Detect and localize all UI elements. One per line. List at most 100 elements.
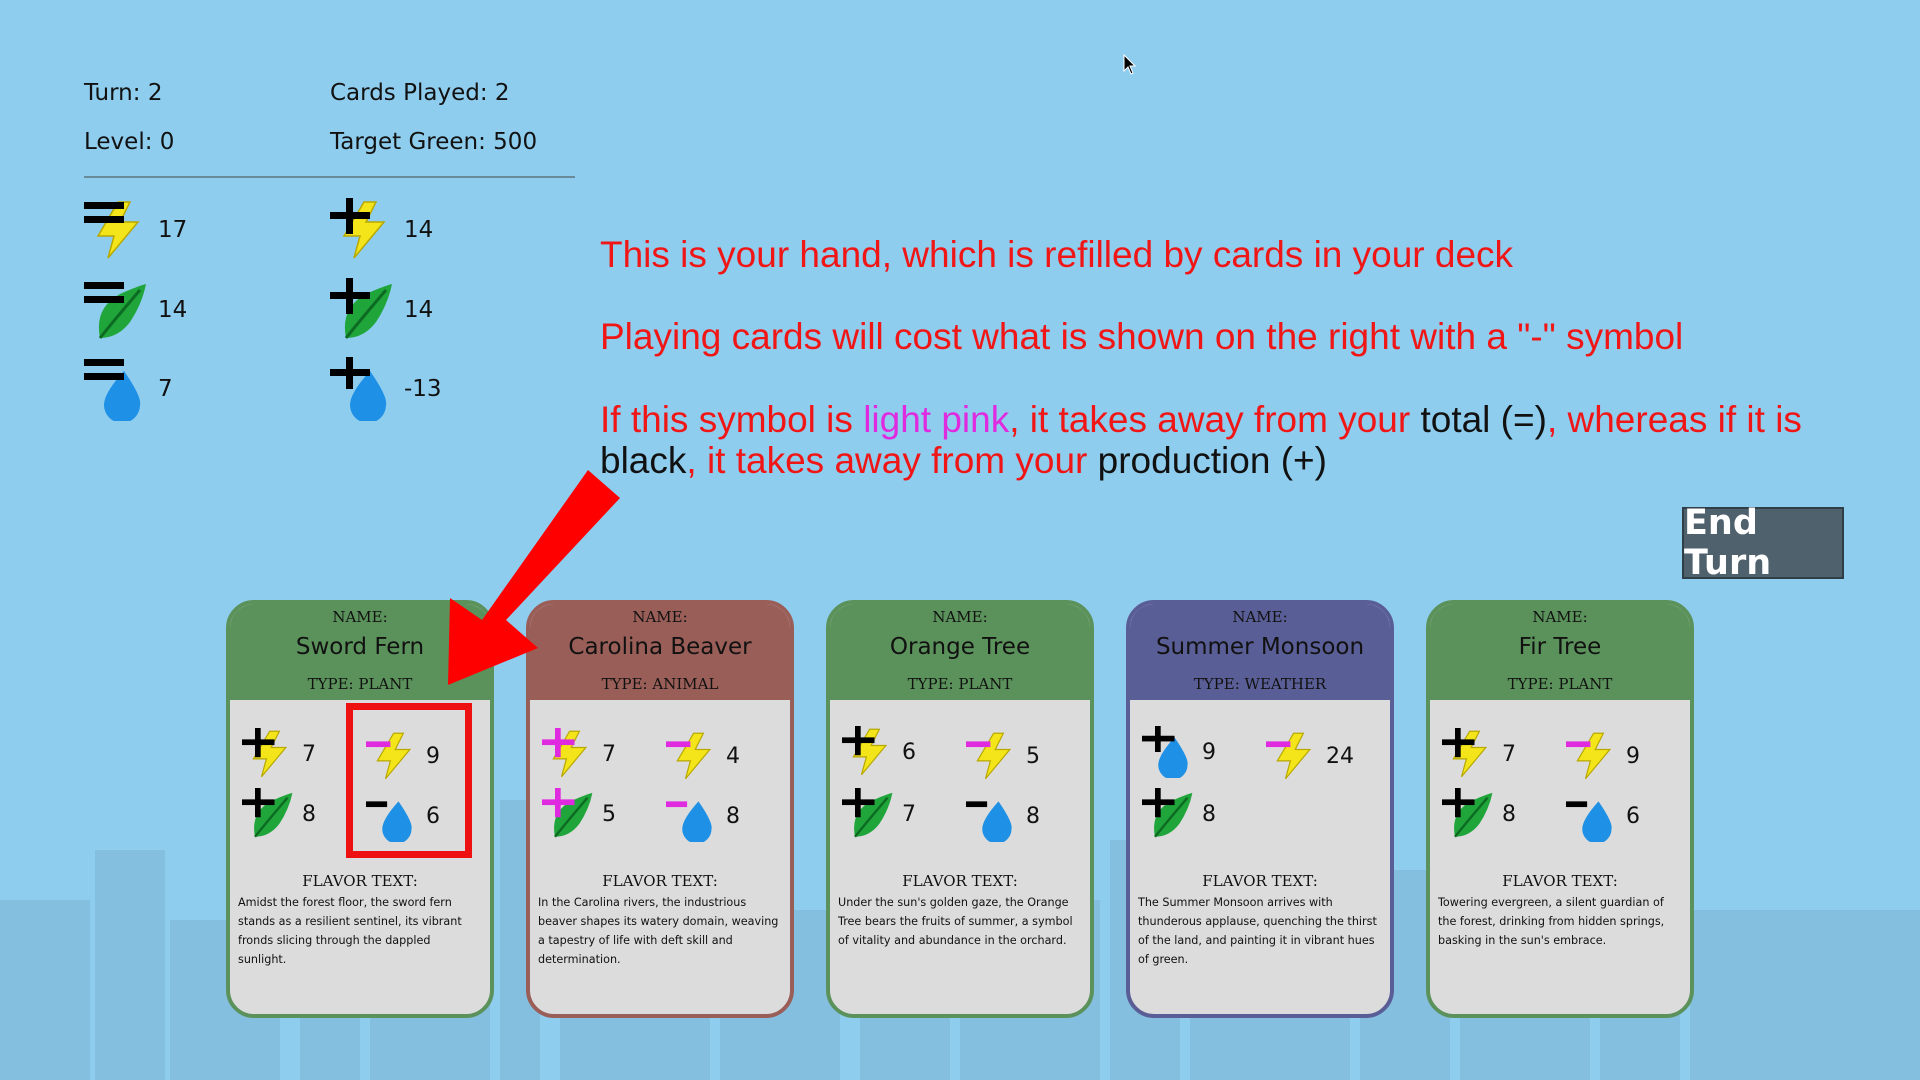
card-cost-water-value: 6: [1626, 803, 1640, 829]
production-water-value: -13: [404, 376, 442, 402]
tutorial-symbol-text: If this symbol is light pink, it takes a…: [600, 399, 1802, 481]
card-name: Fir Tree: [1518, 634, 1602, 660]
card-name-label: NAME:: [1232, 608, 1288, 626]
production-water-icon: [330, 357, 387, 421]
flavor-text: Amidst the forest floor, the sword fern …: [238, 896, 462, 966]
target-green-counter: Target Green: 500: [330, 129, 538, 155]
card-gain-leaf: 7: [842, 788, 916, 840]
production-energy: 14: [330, 198, 433, 262]
total-energy-value: 17: [158, 217, 188, 243]
card-cost-water-value: 8: [726, 803, 740, 829]
card-cost-energy-value: 9: [1626, 743, 1640, 769]
production-energy-icon: [330, 198, 386, 259]
card-cost-energy: 9: [1566, 730, 1640, 782]
card-gain-water-value: 9: [1202, 739, 1216, 765]
minus-water-icon: [1566, 801, 1612, 842]
card-name-label: NAME:: [1532, 608, 1588, 626]
card-type: TYPE: ANIMAL: [601, 675, 719, 693]
plus-leaf-icon: [842, 788, 893, 838]
card-gain-energy: 7: [542, 728, 616, 780]
production-leaf-icon: [330, 278, 392, 339]
flavor-text-label: FLAVOR TEXT:: [302, 872, 418, 890]
flavor-text-label: FLAVOR TEXT:: [1502, 872, 1618, 890]
plus-leaf-icon: [242, 788, 293, 838]
card-cost-energy: 24: [1266, 730, 1354, 782]
plus-energy-icon: [842, 726, 888, 776]
plus-water-icon: [1142, 726, 1188, 778]
stats-divider: [84, 176, 575, 178]
pink-minus-energy-icon: [1266, 732, 1312, 780]
card-gain-energy: 7: [242, 728, 316, 780]
card-name-label: NAME:: [632, 608, 688, 626]
card-gain-leaf-value: 8: [302, 801, 316, 827]
card-cost-energy-value: 24: [1326, 743, 1354, 769]
card-gain-leaf-value: 7: [902, 801, 916, 827]
total-energy-icon: [84, 201, 140, 259]
production-water: -13: [330, 357, 442, 421]
card-carolina-beaver[interactable]: NAME: Carolina Beaver TYPE: ANIMAL 7 5 4…: [526, 600, 794, 1018]
card-name: Summer Monsoon: [1155, 634, 1365, 660]
mouse-cursor-icon: [1123, 54, 1137, 75]
minus-water-icon: [966, 801, 1012, 842]
card-gain-energy: 6: [842, 726, 916, 778]
plus-leaf-icon: [1142, 788, 1193, 838]
pink-plus-leaf-icon: [542, 788, 593, 838]
card-name-label: NAME:: [332, 608, 388, 626]
card-cost-water: 6: [1566, 790, 1640, 842]
total-water-value: 7: [158, 376, 173, 402]
plus-energy-icon: [1442, 728, 1488, 778]
tutorial-cost-text: Playing cards will cost what is shown on…: [600, 316, 1684, 357]
production-leaf: 14: [330, 278, 433, 342]
turn-counter: Turn: 2: [84, 80, 163, 106]
card-cost-energy: 5: [966, 730, 1040, 782]
card-gain-water: 9: [1142, 726, 1216, 778]
flavor-text: The Summer Monsoon arrives with thundero…: [1138, 896, 1377, 966]
total-water-icon: [84, 359, 141, 421]
cost-highlight-box: [346, 703, 472, 858]
tutorial-hand-text: This is your hand, which is refilled by …: [600, 234, 1514, 275]
card-name: Sword Fern: [295, 634, 425, 660]
card-name-label: NAME:: [932, 608, 988, 626]
flavor-text-label: FLAVOR TEXT:: [602, 872, 718, 890]
card-cost-water-value: 8: [1026, 803, 1040, 829]
card-gain-leaf-value: 5: [602, 801, 616, 827]
card-type: TYPE: PLANT: [907, 675, 1013, 693]
card-fir-tree[interactable]: NAME: Fir Tree TYPE: PLANT 7 8 9 6 FLAVO…: [1426, 600, 1694, 1018]
card-gain-leaf: 8: [1142, 788, 1216, 840]
total-water: 7: [84, 357, 173, 421]
total-energy: 17: [84, 198, 187, 262]
card-gain-energy-value: 7: [602, 741, 616, 767]
pink-minus-water-icon: [666, 801, 712, 842]
card-summer-monsoon[interactable]: NAME: Summer Monsoon TYPE: WEATHER 9 8 2…: [1126, 600, 1394, 1018]
pink-plus-energy-icon: [542, 728, 588, 778]
card-name: Carolina Beaver: [568, 634, 752, 660]
pink-minus-energy-icon: [666, 732, 712, 780]
card-cost-energy-value: 4: [726, 743, 740, 769]
card-cost-water: 8: [966, 790, 1040, 842]
pink-minus-energy-icon: [1566, 732, 1612, 780]
card-gain-energy-value: 6: [902, 739, 916, 765]
card-type: TYPE: PLANT: [1507, 675, 1613, 693]
end-turn-button[interactable]: End Turn: [1682, 503, 1844, 583]
card-name: Orange Tree: [889, 634, 1031, 660]
card-gain-leaf: 8: [242, 788, 316, 840]
flavor-text-label: FLAVOR TEXT:: [902, 872, 1018, 890]
cards-played-counter: Cards Played: 2: [330, 80, 510, 106]
flavor-text-label: FLAVOR TEXT:: [1202, 872, 1318, 890]
card-gain-leaf-value: 8: [1502, 801, 1516, 827]
flavor-text: Under the sun's golden gaze, the Orange …: [838, 896, 1073, 947]
card-gain-energy-value: 7: [1502, 741, 1516, 767]
card-gain-leaf: 8: [1442, 788, 1516, 840]
card-type: TYPE: WEATHER: [1193, 675, 1327, 693]
total-leaf: 14: [84, 278, 187, 342]
plus-energy-icon: [242, 728, 288, 778]
total-leaf-icon: [84, 282, 146, 339]
flavor-text: Towering evergreen, a silent guardian of…: [1438, 896, 1665, 947]
plus-leaf-icon: [1442, 788, 1493, 838]
card-orange-tree[interactable]: NAME: Orange Tree TYPE: PLANT 6 7 5 8 FL…: [826, 600, 1094, 1018]
card-type: TYPE: PLANT: [307, 675, 413, 693]
card-cost-energy-value: 5: [1026, 743, 1040, 769]
card-cost-energy: 4: [666, 730, 740, 782]
card-gain-energy-value: 7: [302, 741, 316, 767]
total-leaf-value: 14: [158, 297, 188, 323]
